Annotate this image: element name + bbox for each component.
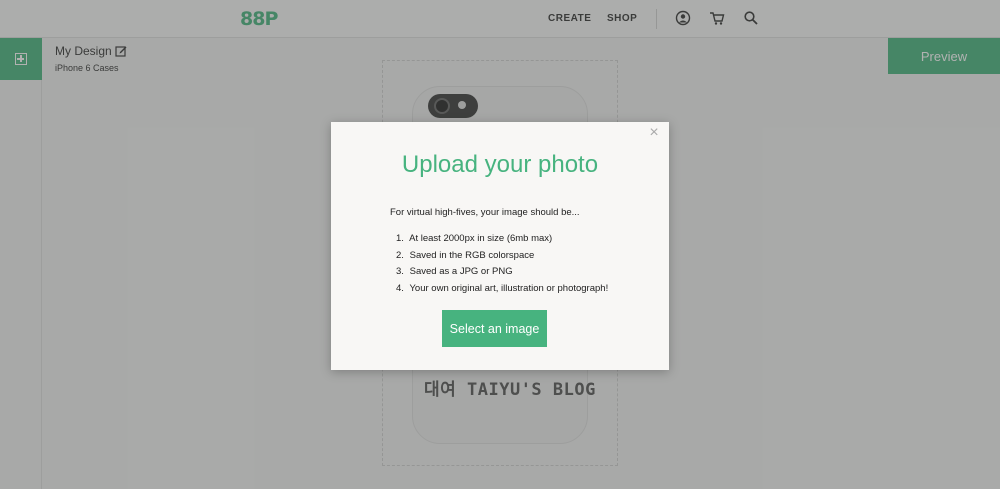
list-item: 2. Saved in the RGB colorspace (396, 249, 535, 261)
requirements-list: 1. At least 2000px in size (6mb max) 2. … (396, 233, 608, 299)
list-item: 3. Saved as a JPG or PNG (396, 266, 513, 277)
list-item: 1. At least 2000px in size (6mb max) (396, 233, 553, 244)
close-icon[interactable]: × (648, 125, 660, 141)
select-image-button[interactable]: Select an image (442, 310, 547, 347)
modal-intro-text: For virtual high-fives, your image shoul… (390, 207, 580, 218)
list-item: 4. Your own original art, illustration o… (396, 282, 609, 294)
modal-title: Upload your photo (401, 151, 599, 178)
